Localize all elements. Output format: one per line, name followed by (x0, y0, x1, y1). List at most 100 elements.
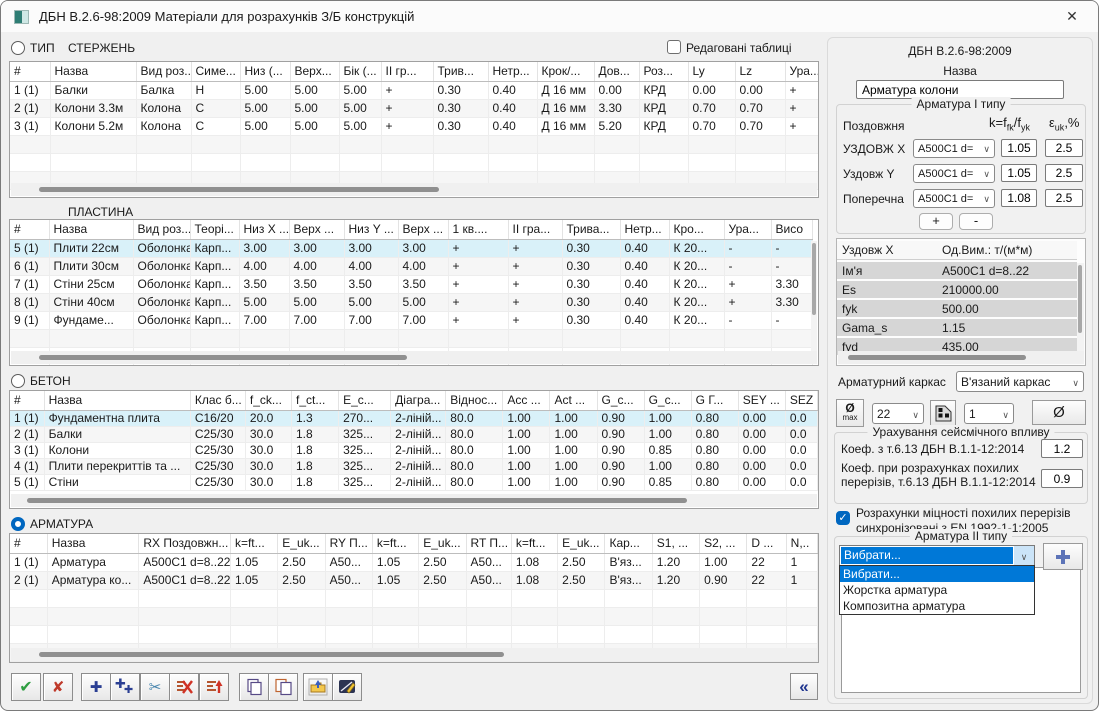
column-header[interactable]: S1, ... (652, 534, 699, 553)
table-cell[interactable] (558, 625, 605, 643)
table-cell[interactable]: 2.50 (419, 553, 466, 571)
table-cell[interactable]: 0.00 (688, 81, 735, 99)
h-scrollbar[interactable] (11, 648, 817, 661)
dropdown-option[interactable]: Вибрати... (840, 566, 1034, 582)
column-header[interactable]: Роз... (639, 62, 688, 81)
table-cell[interactable]: 80.0 (446, 410, 503, 426)
column-header[interactable]: Назва (47, 534, 139, 553)
table-cell[interactable] (398, 329, 448, 347)
table-row[interactable]: 2 (1)Колони 3.3мКолонаС5.005.005.00+0.30… (10, 99, 818, 117)
table-cell[interactable] (47, 607, 139, 625)
table-cell[interactable] (344, 329, 398, 347)
table-cell[interactable]: 1.00 (644, 410, 691, 426)
table-cell[interactable]: 9 (1) (10, 311, 49, 329)
table-cell[interactable]: C25/30 (190, 442, 245, 458)
table-cell[interactable]: 1.8 (292, 458, 339, 474)
table-cell[interactable]: В'яз... (605, 553, 652, 571)
table-cell[interactable]: 325... (339, 474, 391, 490)
table-cell[interactable]: 210000.00 (937, 281, 1077, 298)
table-cell[interactable] (191, 153, 240, 171)
table-cell[interactable]: 1.00 (503, 458, 550, 474)
table-cell[interactable] (466, 625, 511, 643)
table-cell[interactable] (747, 625, 786, 643)
table-cell[interactable] (652, 607, 699, 625)
table-cell[interactable]: Плити 30см (49, 257, 133, 275)
frame-combo[interactable]: В'язаний каркас (956, 371, 1084, 392)
table-cell[interactable] (278, 589, 325, 607)
diameter-max-button[interactable]: Ø max (836, 399, 864, 427)
table-cell[interactable] (558, 607, 605, 625)
table-cell[interactable] (133, 329, 190, 347)
table-cell[interactable] (278, 625, 325, 643)
table-cell[interactable]: 0.40 (488, 117, 537, 135)
table-cell[interactable]: 1.00 (550, 474, 597, 490)
table-cell[interactable]: 0.85 (644, 474, 691, 490)
table-cell[interactable] (10, 135, 50, 153)
column-header[interactable]: G_c... (644, 391, 691, 410)
column-header[interactable]: k=ft... (372, 534, 418, 553)
table-cell[interactable]: Колони (44, 442, 190, 458)
table-cell[interactable]: 20.0 (245, 410, 291, 426)
table-cell[interactable]: + (508, 257, 562, 275)
scrollbar-thumb[interactable] (848, 355, 1026, 360)
table-cell[interactable] (700, 625, 747, 643)
table-cell[interactable]: - (724, 239, 771, 257)
table-cell[interactable]: 2-ліній... (391, 410, 446, 426)
column-header[interactable]: Назва (44, 391, 190, 410)
delete-rows-button[interactable] (169, 673, 199, 701)
table-cell[interactable]: 325... (339, 426, 391, 442)
column-header[interactable]: Ура... (785, 62, 818, 81)
table-cell[interactable]: A50... (466, 553, 511, 571)
table-cell[interactable]: Н (191, 81, 240, 99)
table-cell[interactable] (488, 153, 537, 171)
scrollbar-thumb[interactable] (39, 187, 439, 192)
table-cell[interactable] (139, 589, 231, 607)
table-cell[interactable]: - (724, 257, 771, 275)
table-cell[interactable]: С (191, 117, 240, 135)
table-cell[interactable]: 0.90 (597, 442, 644, 458)
table-row[interactable]: 6 (1)Плити 30смОболонкаКарп...4.004.004.… (10, 257, 812, 275)
column-header[interactable]: RX Поздовжн... (139, 534, 231, 553)
table-cell[interactable]: A50... (325, 553, 372, 571)
table-cell[interactable]: КРД (639, 81, 688, 99)
radio-armatura[interactable] (11, 517, 25, 531)
table-cell[interactable]: 500.00 (937, 300, 1077, 317)
table-cell[interactable]: 1.20 (652, 571, 699, 589)
table-cell[interactable]: 0.00 (738, 410, 785, 426)
column-header[interactable]: Назва (50, 62, 136, 81)
radio-beton[interactable] (11, 374, 25, 388)
table-cell[interactable]: 0.40 (620, 311, 669, 329)
table-cell[interactable]: 1.00 (503, 426, 550, 442)
table-cell[interactable] (372, 625, 418, 643)
column-header[interactable]: D ... (747, 534, 786, 553)
table-cell[interactable]: 3.00 (344, 239, 398, 257)
table-cell[interactable] (290, 135, 339, 153)
table-cell[interactable] (372, 589, 418, 607)
table-cell[interactable]: 2.50 (558, 553, 605, 571)
table-cell[interactable]: 2 (1) (10, 571, 47, 589)
table-cell[interactable]: 0.85 (644, 442, 691, 458)
column-header[interactable]: Низ (... (240, 62, 290, 81)
v-scrollbar[interactable] (1077, 263, 1084, 351)
table-cell[interactable] (747, 589, 786, 607)
table-cell[interactable] (652, 589, 699, 607)
table-cell[interactable]: C25/30 (190, 426, 245, 442)
table-cell[interactable]: 1.05 (230, 553, 277, 571)
table-cell[interactable] (339, 135, 381, 153)
table-row[interactable]: 2 (1)БалкиC25/3030.01.8325...2-ліній...8… (10, 426, 818, 442)
table-cell[interactable] (511, 607, 557, 625)
table-cell[interactable] (448, 329, 508, 347)
table-cell[interactable] (10, 607, 47, 625)
table-cell[interactable]: 3.00 (289, 239, 344, 257)
cancel-button[interactable] (43, 673, 73, 701)
table-cell[interactable]: + (724, 275, 771, 293)
table-cell[interactable]: 5.00 (290, 81, 339, 99)
table-cell[interactable]: A500C1 d=8..22 (139, 571, 231, 589)
table-cell[interactable]: 270... (339, 410, 391, 426)
table-cell[interactable]: Колона (136, 117, 191, 135)
table-cell[interactable]: К 20... (669, 293, 724, 311)
table-cell[interactable] (724, 329, 771, 347)
table-cell[interactable]: 0.0 (785, 442, 817, 458)
column-header[interactable]: Віднос... (446, 391, 503, 410)
table-cell[interactable] (47, 589, 139, 607)
